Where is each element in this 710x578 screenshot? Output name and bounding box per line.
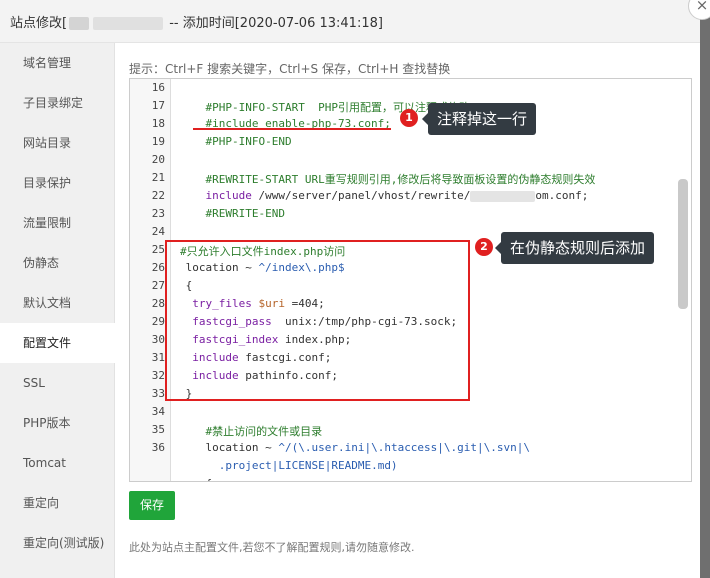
line-number: 28: [151, 297, 165, 310]
annotation-tooltip-2: 在伪静态规则后添加: [494, 232, 655, 264]
line-number: 19: [151, 135, 165, 148]
code-line-36-wrap: .project|LICENSE|README.md): [179, 459, 398, 472]
line-number: 24: [151, 225, 165, 238]
sidebar-item-dir-protection[interactable]: 目录保护: [0, 163, 114, 203]
code-regex: .project|LICENSE|README.md): [218, 459, 398, 472]
code-text: location ~: [205, 441, 279, 454]
sidebar-item-rewrite[interactable]: 伪静态: [0, 243, 114, 283]
sidebar-item-domain[interactable]: 域名管理: [0, 43, 114, 83]
code-line-36: location ~ ^/(\.user.ini|\.htaccess|\.gi…: [179, 441, 531, 454]
line-number: 25: [151, 243, 165, 256]
title-prefix: 站点修改[: [10, 16, 68, 31]
code-text: om.conf;: [535, 189, 589, 202]
save-button[interactable]: 保存: [129, 491, 175, 520]
annotation-underline: [193, 128, 391, 130]
code-line-37: {: [179, 477, 213, 481]
line-number: 31: [151, 351, 165, 364]
line-number: 34: [151, 405, 165, 418]
line-number: 23: [151, 207, 165, 220]
line-number: 21: [151, 171, 165, 184]
sidebar-item-subdir-binding[interactable]: 子目录绑定: [0, 83, 114, 123]
code-text: {: [206, 477, 213, 481]
line-number: 20: [151, 153, 165, 166]
editor-hint: 提示：Ctrl+F 搜索关键字，Ctrl+S 保存，Ctrl+H 查找替换: [129, 62, 451, 76]
sidebar-item-site-directory[interactable]: 网站目录: [0, 123, 114, 163]
sidebar-item-redirect[interactable]: 重定向: [0, 483, 114, 523]
dialog-titlebar: 站点修改[ -- 添加时间[2020-07-06 13:41:18]: [0, 0, 700, 43]
annotation-badge-1: 1: [400, 109, 418, 127]
sidebar-item-config-file[interactable]: 配置文件: [0, 323, 115, 363]
code-keyword: include: [205, 189, 252, 202]
blurred-site-name: [69, 17, 90, 30]
dialog-title: 站点修改[ -- 添加时间[2020-07-06 13:41:18]: [10, 12, 383, 31]
sidebar-item-traffic-limit[interactable]: 流量限制: [0, 203, 114, 243]
line-number: 18: [151, 117, 165, 130]
line-number: 22: [151, 189, 165, 202]
sidebar-item-ssl[interactable]: SSL: [0, 363, 114, 403]
line-number: 26: [151, 261, 165, 274]
config-warning-note: 此处为站点主配置文件,若您不了解配置规则,请勿随意修改.: [129, 541, 415, 554]
code-line-21: #REWRITE-START URL重写规则引用,修改后将导致面板设置的伪静态规…: [179, 173, 596, 186]
sidebar-item-tomcat[interactable]: Tomcat: [0, 443, 114, 483]
settings-sidebar: 域名管理 子目录绑定 网站目录 目录保护 流量限制 伪静态 默认文档 配置文件 …: [0, 43, 115, 578]
code-text: /www/server/panel/vhost/rewrite/: [251, 189, 471, 202]
line-number: 33: [151, 387, 165, 400]
line-number: 16: [151, 81, 165, 94]
line-number: 27: [151, 279, 165, 292]
line-number: 35: [151, 423, 165, 436]
line-number: 36: [151, 441, 165, 454]
code-line-35: #禁止访问的文件或目录: [179, 425, 323, 438]
line-number: 32: [151, 369, 165, 382]
line-number: 29: [151, 315, 165, 328]
line-number: 17: [151, 99, 165, 112]
sidebar-item-default-doc[interactable]: 默认文档: [0, 283, 114, 323]
annotation-highlight-box: [165, 240, 470, 401]
title-added-time: -- 添加时间[2020-07-06 13:41:18]: [165, 16, 383, 31]
sidebar-item-php-version[interactable]: PHP版本: [0, 403, 114, 443]
code-line-23: #REWRITE-END: [179, 207, 285, 220]
site-edit-dialog: 站点修改[ -- 添加时间[2020-07-06 13:41:18] 域名管理 …: [0, 0, 700, 578]
line-number: 30: [151, 333, 165, 346]
blurred-site-domain: [93, 17, 164, 30]
annotation-badge-2: 2: [475, 238, 493, 256]
code-line-19: #PHP-INFO-END: [179, 135, 292, 148]
blurred-domain: [470, 190, 536, 202]
annotation-tooltip-1: 注释掉这一行: [421, 103, 537, 135]
sidebar-item-redirect-beta[interactable]: 重定向(测试版): [0, 523, 114, 563]
editor-scrollbar[interactable]: [678, 179, 688, 309]
code-regex: ^/(\.user.ini|\.htaccess|\.git|\.svn|\: [278, 441, 531, 454]
code-line-22: include /www/server/panel/vhost/rewrite/…: [179, 189, 589, 202]
